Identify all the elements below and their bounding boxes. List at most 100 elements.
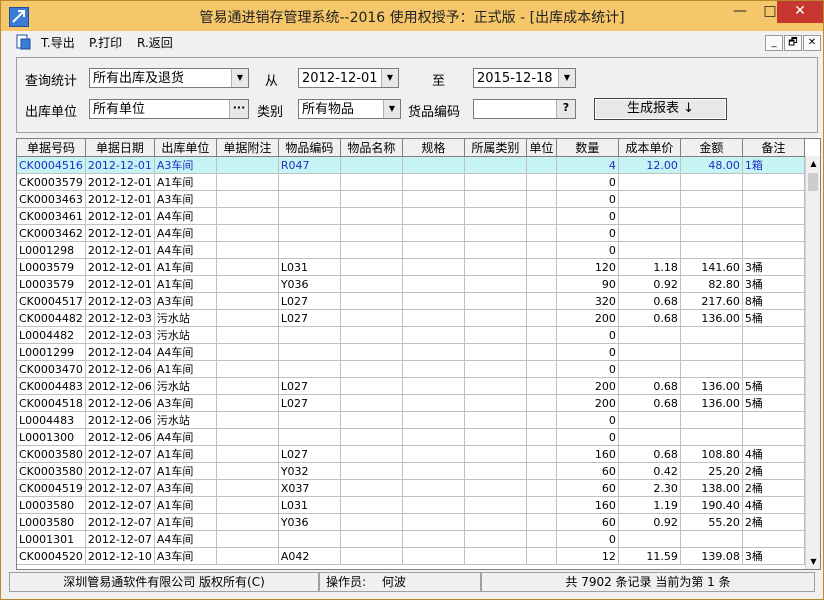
table-cell[interactable] [618, 207, 681, 225]
table-cell[interactable]: 0.92 [618, 275, 681, 293]
table-cell[interactable] [278, 530, 341, 548]
table-cell[interactable] [340, 156, 403, 174]
table-cell[interactable] [278, 207, 341, 225]
table-cell[interactable] [340, 258, 403, 276]
table-cell[interactable] [464, 258, 527, 276]
table-cell[interactable]: CK0003461 [17, 207, 86, 225]
table-cell[interactable]: CK0004483 [17, 377, 86, 395]
table-cell[interactable]: 2012-12-01 [85, 275, 155, 293]
table-cell[interactable] [402, 292, 465, 310]
table-cell[interactable]: 8桶 [742, 292, 805, 310]
table-cell[interactable]: A4车间 [154, 224, 217, 242]
table-cell[interactable] [526, 207, 557, 225]
table-cell[interactable] [340, 224, 403, 242]
table-cell[interactable]: 2012-12-07 [85, 530, 155, 548]
table-cell[interactable] [340, 394, 403, 412]
table-cell[interactable]: Y036 [278, 513, 341, 531]
table-cell[interactable]: A3车间 [154, 292, 217, 310]
scroll-thumb[interactable] [808, 173, 818, 191]
table-cell[interactable] [618, 530, 681, 548]
table-cell[interactable]: A1车间 [154, 173, 217, 191]
table-cell[interactable]: CK0004520 [17, 547, 86, 565]
table-cell[interactable] [216, 394, 279, 412]
table-cell[interactable] [526, 275, 557, 293]
table-cell[interactable]: 1.19 [618, 496, 681, 514]
table-cell[interactable] [216, 377, 279, 395]
table-cell[interactable]: CK0003580 [17, 445, 86, 463]
table-cell[interactable]: 1箱 [742, 156, 805, 174]
table-cell[interactable] [216, 513, 279, 531]
table-cell[interactable] [526, 309, 557, 327]
table-cell[interactable]: 2012-12-01 [85, 207, 155, 225]
table-cell[interactable] [216, 411, 279, 429]
column-header[interactable]: 出库单位 [154, 139, 217, 157]
table-cell[interactable] [526, 377, 557, 395]
table-row[interactable]: CK0003580 2012-12-07 A1车间 L027 160 0.68 108.80… [17, 445, 805, 463]
table-cell[interactable] [216, 275, 279, 293]
table-cell[interactable]: A3车间 [154, 190, 217, 208]
table-cell[interactable]: 0.68 [618, 445, 681, 463]
table-cell[interactable]: 2012-12-04 [85, 343, 155, 361]
table-cell[interactable] [680, 428, 743, 446]
table-cell[interactable]: 139.08 [680, 547, 743, 565]
column-header[interactable]: 金额 [680, 139, 743, 157]
table-cell[interactable] [464, 156, 527, 174]
chevron-down-icon[interactable]: ▼ [381, 69, 398, 87]
query-type-select[interactable]: 所有出库及退货 ▼ [89, 68, 249, 88]
table-cell[interactable] [464, 207, 527, 225]
table-cell[interactable] [216, 173, 279, 191]
table-cell[interactable] [340, 343, 403, 361]
table-cell[interactable] [402, 411, 465, 429]
table-cell[interactable]: A4车间 [154, 530, 217, 548]
table-cell[interactable] [742, 343, 805, 361]
table-cell[interactable] [402, 479, 465, 497]
table-cell[interactable] [618, 411, 681, 429]
table-cell[interactable] [402, 309, 465, 327]
table-cell[interactable]: 4桶 [742, 445, 805, 463]
table-cell[interactable]: 2012-12-07 [85, 513, 155, 531]
table-row[interactable]: L0001298 2012-12-01 A4车间 0 [17, 241, 805, 259]
table-cell[interactable]: 污水站 [154, 309, 217, 327]
table-cell[interactable]: L0003579 [17, 275, 86, 293]
table-cell[interactable] [464, 224, 527, 242]
table-cell[interactable] [526, 445, 557, 463]
table-cell[interactable] [680, 190, 743, 208]
table-cell[interactable]: 0 [556, 530, 619, 548]
table-cell[interactable] [680, 241, 743, 259]
table-cell[interactable] [402, 394, 465, 412]
table-cell[interactable]: CK0003470 [17, 360, 86, 378]
table-cell[interactable] [340, 513, 403, 531]
table-cell[interactable]: A3车间 [154, 547, 217, 565]
table-cell[interactable]: 污水站 [154, 377, 217, 395]
table-row[interactable]: CK0004519 2012-12-07 A3车间 X037 60 2.30 138.00 2… [17, 479, 805, 497]
table-row[interactable]: CK0003462 2012-12-01 A4车间 0 [17, 224, 805, 242]
mdi-close-button[interactable]: ✕ [803, 35, 821, 51]
table-cell[interactable]: 2012-12-06 [85, 377, 155, 395]
table-cell[interactable]: CK0003580 [17, 462, 86, 480]
table-cell[interactable]: 60 [556, 462, 619, 480]
table-row[interactable]: CK0003463 2012-12-01 A3车间 0 [17, 190, 805, 208]
table-cell[interactable]: 2012-12-01 [85, 258, 155, 276]
table-cell[interactable] [216, 343, 279, 361]
table-cell[interactable]: A1车间 [154, 496, 217, 514]
table-cell[interactable]: CK0004516 [17, 156, 86, 174]
table-cell[interactable] [680, 411, 743, 429]
table-cell[interactable]: 2桶 [742, 479, 805, 497]
table-row[interactable]: L0001299 2012-12-04 A4车间 0 [17, 343, 805, 361]
table-cell[interactable] [742, 207, 805, 225]
table-cell[interactable] [464, 530, 527, 548]
table-cell[interactable] [216, 292, 279, 310]
table-cell[interactable]: A4车间 [154, 343, 217, 361]
table-cell[interactable] [464, 377, 527, 395]
table-cell[interactable] [526, 360, 557, 378]
table-cell[interactable] [402, 547, 465, 565]
table-cell[interactable] [340, 462, 403, 480]
help-icon[interactable]: ? [556, 100, 575, 118]
table-cell[interactable]: 60 [556, 513, 619, 531]
table-cell[interactable]: L0003580 [17, 496, 86, 514]
table-cell[interactable]: 2012-12-01 [85, 173, 155, 191]
table-cell[interactable] [340, 496, 403, 514]
table-cell[interactable] [464, 394, 527, 412]
from-date-picker[interactable]: 2012-12-01 ▼ [298, 68, 399, 88]
table-cell[interactable] [340, 411, 403, 429]
